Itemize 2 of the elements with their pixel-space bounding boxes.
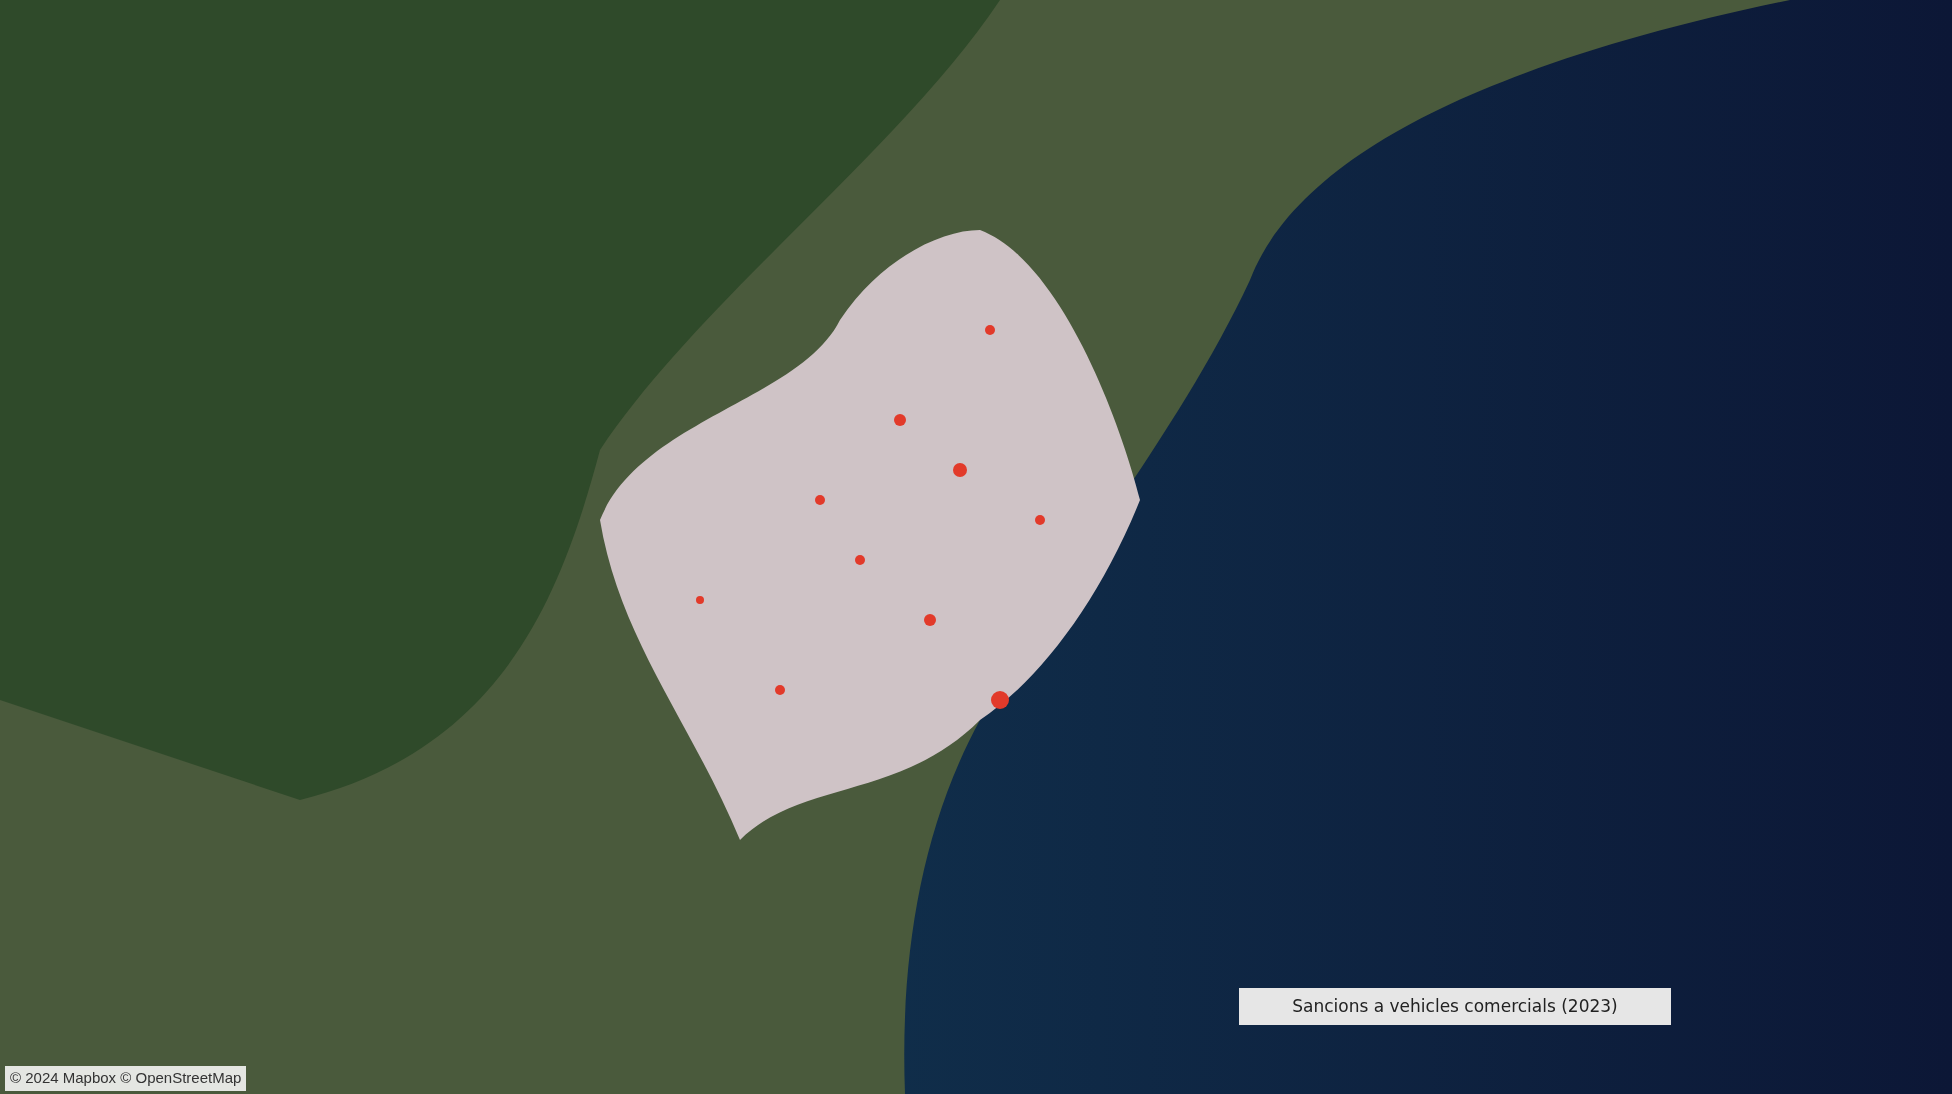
- map-title: Sancions a vehicles comercials (2023): [1239, 988, 1671, 1025]
- map-attribution: © 2024 Mapbox © OpenStreetMap: [5, 1066, 247, 1091]
